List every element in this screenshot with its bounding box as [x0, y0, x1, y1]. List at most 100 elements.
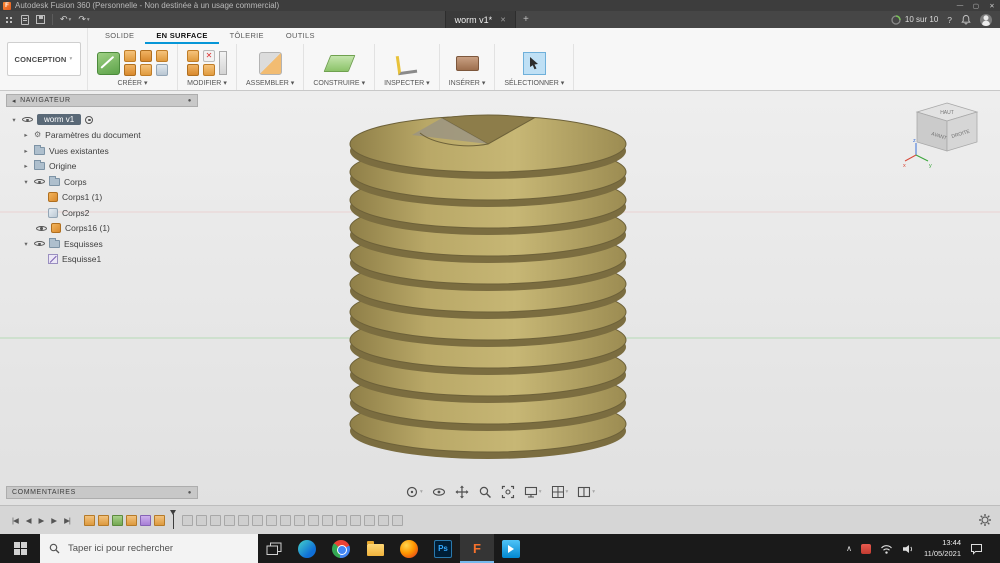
- timeline-feature-icon[interactable]: [363, 514, 375, 526]
- timeline-feature-icon[interactable]: [139, 514, 151, 526]
- tab-outils[interactable]: OUTILS: [275, 29, 326, 44]
- tree-item-bodies-folder[interactable]: ▾ Corps: [6, 174, 198, 190]
- construct-plane-icon[interactable]: [323, 54, 356, 72]
- new-tab-button[interactable]: +: [516, 11, 536, 28]
- create-tool-icon[interactable]: [156, 50, 168, 62]
- zoom-button[interactable]: [475, 484, 495, 500]
- notification-center-icon[interactable]: [970, 543, 983, 555]
- taskbar-app-chrome[interactable]: [324, 534, 358, 563]
- timeline-position-marker[interactable]: [169, 510, 178, 530]
- comments-header[interactable]: COMMENTAIRES ●: [6, 486, 198, 499]
- tree-item-corps2[interactable]: Corps2: [6, 205, 198, 221]
- wifi-icon[interactable]: [880, 544, 893, 554]
- taskbar-app-firefox[interactable]: [392, 534, 426, 563]
- expand-icon[interactable]: ▾: [22, 178, 30, 186]
- panel-toggle-icon[interactable]: ●: [188, 98, 192, 104]
- save-icon[interactable]: [36, 15, 45, 24]
- grid-settings-button[interactable]: ▾: [548, 484, 572, 500]
- timeline-settings-gear-icon[interactable]: [978, 513, 992, 527]
- timeline-feature-icon[interactable]: [153, 514, 165, 526]
- tree-item-origin[interactable]: ▸ Origine: [6, 159, 198, 175]
- taskbar-search[interactable]: [40, 534, 258, 563]
- create-tool-icon[interactable]: [124, 50, 136, 62]
- expand-icon[interactable]: ▾: [22, 240, 30, 248]
- expand-icon[interactable]: ▾: [10, 116, 18, 124]
- document-tab-close-icon[interactable]: ✕: [500, 16, 506, 24]
- timeline-feature-icon[interactable]: [125, 514, 137, 526]
- tree-item-document-settings[interactable]: ▸ ⚙ Paramètres du document: [6, 128, 198, 144]
- undo-button[interactable]: ↶ ▾: [60, 14, 71, 25]
- ruler-tool-icon[interactable]: [219, 51, 227, 75]
- timeline-feature-icon[interactable]: [349, 514, 361, 526]
- pan-button[interactable]: [452, 484, 472, 500]
- timeline-feature-icon[interactable]: [237, 514, 249, 526]
- tab-tolerie[interactable]: TÔLERIE: [219, 29, 275, 44]
- visibility-eye-icon[interactable]: [34, 177, 45, 186]
- taskbar-clock[interactable]: 13:44 11/05/2021: [924, 538, 961, 558]
- close-button[interactable]: ✕: [984, 2, 1000, 10]
- tree-item-corps16[interactable]: Corps16 (1): [6, 221, 198, 237]
- group-label-modifier[interactable]: MODIFIER ▾: [187, 79, 227, 89]
- modify-tool-icon[interactable]: [187, 50, 199, 62]
- timeline-feature-icon[interactable]: [265, 514, 277, 526]
- timeline-feature-icon[interactable]: [377, 514, 389, 526]
- maximize-button[interactable]: ▢: [968, 2, 984, 10]
- tray-app-icon[interactable]: [861, 543, 872, 554]
- group-label-construire[interactable]: CONSTRUIRE ▾: [313, 79, 365, 89]
- assemble-icon[interactable]: [258, 51, 282, 75]
- start-button[interactable]: [0, 534, 40, 563]
- taskbar-app-edge[interactable]: [290, 534, 324, 563]
- workspace-selector[interactable]: CONCEPTION ▾: [6, 42, 81, 76]
- trim-tool-icon[interactable]: ✕: [203, 50, 215, 62]
- timeline-feature-icon[interactable]: [279, 514, 291, 526]
- collapse-icon[interactable]: ◂: [12, 97, 16, 105]
- file-menu-icon[interactable]: [21, 14, 29, 25]
- volume-icon[interactable]: [902, 544, 915, 554]
- tree-item-named-views[interactable]: ▸ Vues existantes: [6, 143, 198, 159]
- app-launcher-icon[interactable]: [4, 14, 14, 25]
- viewports-button[interactable]: ▾: [574, 484, 598, 500]
- taskbar-app-photoshop[interactable]: Ps: [426, 534, 460, 563]
- taskbar-app-fusion360[interactable]: F: [460, 534, 494, 563]
- look-at-button[interactable]: [429, 484, 449, 500]
- navigator-header[interactable]: ◂ NAVIGATEUR ●: [6, 94, 198, 107]
- visibility-eye-icon[interactable]: [36, 224, 47, 233]
- fit-button[interactable]: [498, 484, 518, 500]
- timeline-feature-icon[interactable]: [209, 514, 221, 526]
- timeline-feature-icon[interactable]: [223, 514, 235, 526]
- modify-tool-icon[interactable]: [187, 64, 199, 76]
- job-status[interactable]: 10 sur 10: [891, 14, 938, 25]
- document-tab[interactable]: worm v1* ✕: [444, 11, 517, 28]
- expand-icon[interactable]: ▸: [22, 131, 30, 139]
- timeline-feature-icon[interactable]: [251, 514, 263, 526]
- hidden-icons-chevron[interactable]: ∧: [846, 544, 852, 553]
- help-icon[interactable]: ?: [947, 15, 952, 25]
- tree-item-corps1[interactable]: Corps1 (1): [6, 190, 198, 206]
- timeline-feature-icon[interactable]: [195, 514, 207, 526]
- redo-button[interactable]: ↷ ▾: [78, 14, 89, 25]
- timeline-feature-icon[interactable]: [97, 514, 109, 526]
- visibility-eye-icon[interactable]: [34, 239, 45, 248]
- create-tool-icon[interactable]: [140, 64, 152, 76]
- tree-item-esquisse1[interactable]: Esquisse1: [6, 252, 198, 268]
- timeline-feature-icon[interactable]: [83, 514, 95, 526]
- view-cube[interactable]: HAUT AVANT DROITE z x y: [902, 97, 992, 175]
- visibility-eye-icon[interactable]: [22, 115, 33, 124]
- taskbar-app-file-explorer[interactable]: [358, 534, 392, 563]
- tab-solide[interactable]: SOLIDE: [94, 29, 145, 44]
- notifications-bell-icon[interactable]: [961, 14, 971, 25]
- timeline-feature-icon[interactable]: [321, 514, 333, 526]
- group-label-inspecter[interactable]: INSPECTER ▾: [384, 79, 430, 89]
- timeline-step-back-button[interactable]: ◀: [22, 516, 35, 525]
- group-label-inserer[interactable]: INSÉRER ▾: [449, 79, 486, 89]
- create-tool-icon[interactable]: [140, 50, 152, 62]
- timeline-feature-icon[interactable]: [181, 514, 193, 526]
- select-icon[interactable]: [522, 51, 546, 75]
- undo-dropdown-icon[interactable]: ▾: [69, 17, 72, 23]
- user-avatar[interactable]: [980, 13, 992, 26]
- tab-en-surface[interactable]: EN SURFACE: [145, 29, 219, 44]
- tree-root-document[interactable]: ▾ worm v1: [6, 112, 198, 128]
- create-tool-icon[interactable]: [156, 64, 168, 76]
- timeline-skip-start-button[interactable]: |◀: [8, 516, 22, 525]
- tree-item-sketches-folder[interactable]: ▾ Esquisses: [6, 236, 198, 252]
